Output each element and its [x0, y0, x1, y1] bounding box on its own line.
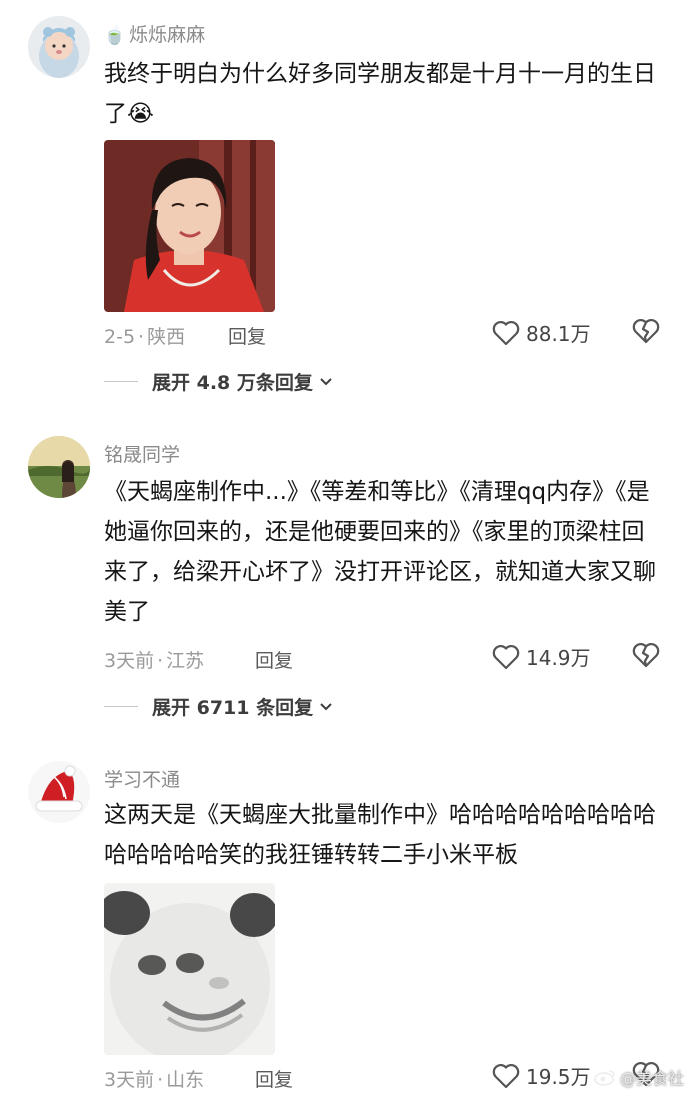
broken-heart-icon	[632, 319, 660, 344]
meta-separator: ·	[157, 1069, 164, 1091]
comment-text: 这两天是《天蝎座大批量制作中》哈哈哈哈哈哈哈哈哈哈哈哈哈哈笑的我狂锤转转二手小米…	[104, 802, 656, 868]
reply-button[interactable]: 回复	[228, 322, 266, 349]
expand-replies-button[interactable]: 展开 4.8 万条回复	[104, 368, 333, 395]
comment-meta: 2-5 · 陕西	[104, 322, 185, 349]
like-button[interactable]: 14.9万	[492, 642, 591, 671]
meta-separator: ·	[157, 650, 164, 672]
comment-image[interactable]	[104, 883, 275, 1055]
comment-3: 学习不通 这两天是《天蝎座大批量制作中》哈哈哈哈哈哈哈哈哈哈哈哈哈哈笑的我狂锤转…	[0, 745, 690, 1097]
avatar[interactable]	[28, 16, 90, 78]
chevron-down-icon	[320, 377, 332, 385]
comment-text: 《天蝎座制作中...》《等差和等比》《清理qq内存》《是她逼你回来的，还是他硬要…	[104, 479, 656, 625]
like-button[interactable]: 88.1万	[492, 318, 591, 347]
comment-2: 铭晟同学 《天蝎座制作中...》《等差和等比》《清理qq内存》《是她逼你回来的，…	[0, 420, 690, 730]
comment-date: 2-5	[104, 326, 136, 348]
dislike-button[interactable]	[632, 642, 660, 672]
like-button[interactable]: 19.5万	[492, 1061, 591, 1090]
divider	[104, 381, 138, 382]
comment-meta: 3天前 · 山东	[104, 1065, 204, 1092]
comment-text: 我终于明白为什么好多同学朋友都是十月十一月的生日了😭	[104, 61, 656, 127]
avatar[interactable]	[28, 436, 90, 498]
comment-location: 江苏	[166, 650, 205, 672]
expand-replies-label: 展开 6711 条回复	[152, 697, 314, 719]
username[interactable]: 🍵 烁烁麻麻	[104, 20, 205, 47]
divider	[104, 706, 138, 707]
heart-icon	[492, 320, 520, 345]
chevron-down-icon	[320, 702, 332, 710]
broken-heart-icon	[632, 643, 660, 668]
heart-icon	[492, 1063, 520, 1088]
like-count: 14.9万	[526, 646, 591, 670]
comment-meta: 3天前 · 江苏	[104, 646, 204, 673]
like-count: 19.5万	[526, 1065, 591, 1089]
comment-date: 3天前	[104, 650, 155, 672]
avatar[interactable]	[28, 761, 90, 823]
weibo-logo-icon	[594, 1070, 615, 1086]
watermark-text: @美食社	[619, 1069, 684, 1088]
dislike-button[interactable]	[632, 318, 660, 348]
username[interactable]: 铭晟同学	[104, 440, 180, 467]
reply-button[interactable]: 回复	[255, 1065, 293, 1092]
like-count: 88.1万	[526, 322, 591, 346]
comment-1: 🍵 烁烁麻麻 我终于明白为什么好多同学朋友都是十月十一月的生日了😭 2-5 · 陕西 …	[0, 0, 690, 400]
reply-button[interactable]: 回复	[255, 646, 293, 673]
watermark: @美食社	[594, 1065, 684, 1089]
meta-separator: ·	[138, 326, 145, 348]
expand-replies-label: 展开 4.8 万条回复	[152, 372, 313, 394]
tea-badge-icon: 🍵	[104, 26, 126, 46]
heart-icon	[492, 644, 520, 669]
expand-replies-button[interactable]: 展开 6711 条回复	[104, 693, 333, 720]
comment-location: 山东	[166, 1069, 205, 1091]
comment-image[interactable]	[104, 140, 275, 312]
comment-location: 陕西	[147, 326, 186, 348]
comment-date: 3天前	[104, 1069, 155, 1091]
username[interactable]: 学习不通	[104, 765, 180, 792]
